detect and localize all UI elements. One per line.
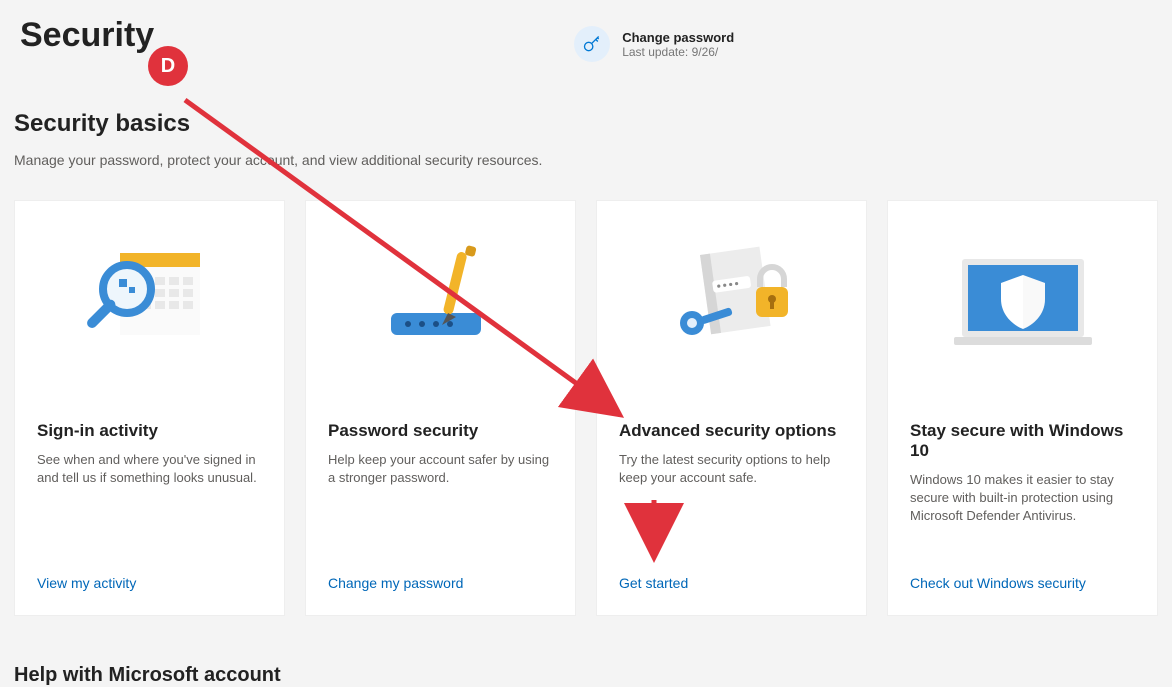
card-advanced-security: Advanced security options Try the latest…: [596, 200, 867, 616]
card-desc: See when and where you've signed in and …: [37, 451, 262, 487]
card-desc: Try the latest security options to help …: [619, 451, 844, 487]
change-password-text: Change password Last update: 9/26/: [622, 30, 734, 59]
header: Security Change password Last update: 9/…: [0, 0, 1172, 62]
magnifier-calendar-icon: [15, 201, 284, 401]
card-desc: Windows 10 makes it easier to stay secur…: [910, 471, 1135, 526]
change-password-lastupdate: Last update: 9/26/: [622, 45, 734, 59]
card-title: Stay secure with Windows 10: [910, 421, 1135, 461]
card-title: Sign-in activity: [37, 421, 262, 441]
password-pen-icon: [306, 201, 575, 401]
card-desc: Help keep your account safer by using a …: [328, 451, 553, 487]
book-key-lock-icon: [597, 201, 866, 401]
change-password-button[interactable]: Change password Last update: 9/26/: [574, 26, 734, 62]
card-signin-activity: Sign-in activity See when and where you'…: [14, 200, 285, 616]
section-subheading: Manage your password, protect your accou…: [0, 138, 1172, 168]
key-icon: [574, 26, 610, 62]
card-title: Advanced security options: [619, 421, 844, 441]
get-started-link[interactable]: Get started: [619, 575, 688, 591]
page-title: Security: [20, 16, 154, 55]
card-password-security: Password security Help keep your account…: [305, 200, 576, 616]
change-password-label: Change password: [622, 30, 734, 45]
laptop-shield-icon: [888, 201, 1157, 401]
help-section-heading: Help with Microsoft account: [0, 616, 1172, 687]
card-title: Password security: [328, 421, 553, 441]
section-heading: Security basics: [0, 62, 1172, 138]
change-my-password-link[interactable]: Change my password: [328, 575, 463, 591]
view-my-activity-link[interactable]: View my activity: [37, 575, 136, 591]
card-row: Sign-in activity See when and where you'…: [0, 168, 1172, 616]
check-out-windows-security-link[interactable]: Check out Windows security: [910, 575, 1086, 591]
card-windows-security: Stay secure with Windows 10 Windows 10 m…: [887, 200, 1158, 616]
